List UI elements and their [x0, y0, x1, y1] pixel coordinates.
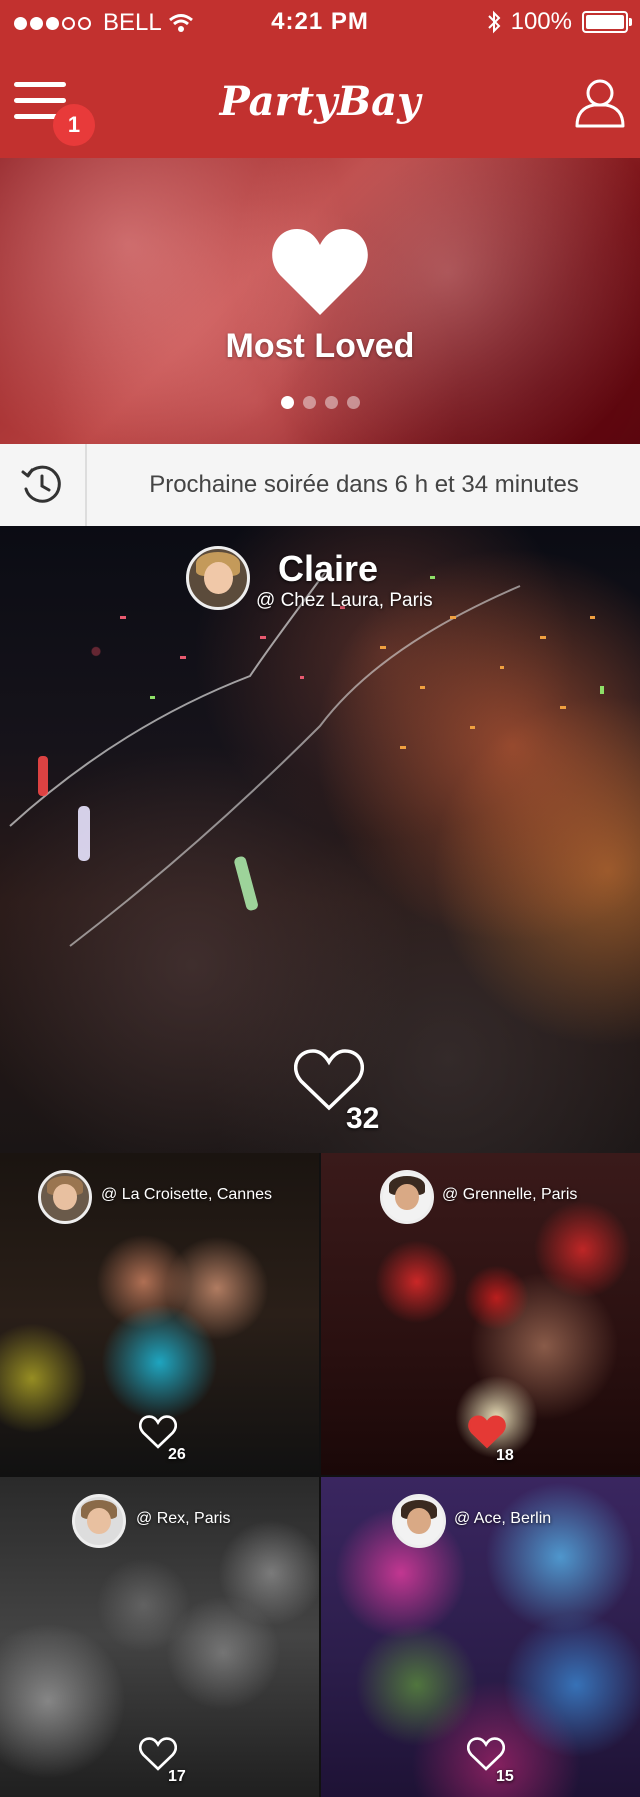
page-dot[interactable] — [280, 396, 294, 409]
post-card[interactable]: @ Ace, Berlin 15 — [321, 1477, 640, 1797]
user-avatar[interactable] — [72, 1494, 126, 1548]
like-count: 26 — [168, 1446, 186, 1463]
status-bar: BELL 4:21 PM 100% — [0, 0, 640, 44]
post-location[interactable]: @ Rex, Paris — [136, 1510, 230, 1528]
user-avatar[interactable] — [392, 1494, 446, 1548]
post-location[interactable]: @ Grennelle, Paris — [442, 1186, 577, 1204]
user-avatar[interactable] — [186, 546, 250, 610]
heart-icon — [272, 229, 368, 315]
hero-title: Most Loved — [225, 327, 415, 365]
like-count: 17 — [168, 1768, 186, 1785]
post-location[interactable]: @ Ace, Berlin — [454, 1510, 551, 1528]
battery-icon — [582, 11, 632, 33]
page-dot[interactable] — [346, 396, 360, 409]
heart-filled-icon[interactable] — [468, 1415, 506, 1449]
page-dot[interactable] — [302, 396, 316, 409]
like-count: 15 — [496, 1768, 514, 1785]
user-name[interactable]: Claire — [278, 548, 378, 590]
post-card[interactable]: @ La Croisette, Cannes 26 — [0, 1153, 319, 1475]
app-logo: PartyBay — [219, 78, 421, 125]
like-count: 18 — [496, 1447, 514, 1464]
next-party-bar[interactable]: Prochaine soirée dans 6 h et 34 minutes — [0, 444, 640, 526]
like-count: 32 — [346, 1102, 380, 1135]
divider — [85, 444, 87, 526]
bluetooth-icon — [487, 10, 501, 34]
featured-post[interactable]: Claire @ Chez Laura, Paris 32 — [0, 526, 640, 1153]
battery-group: 100% — [487, 8, 632, 36]
top-bar: BELL 4:21 PM 100% 1 PartyBay — [0, 0, 640, 158]
post-location[interactable]: @ La Croisette, Cannes — [101, 1186, 272, 1204]
heart-outline-icon[interactable] — [139, 1415, 177, 1449]
next-party-text: Prochaine soirée dans 6 h et 34 minutes — [149, 471, 579, 498]
post-card[interactable]: @ Rex, Paris 17 — [0, 1477, 319, 1797]
clock-history-icon — [21, 465, 61, 503]
page-indicator[interactable] — [0, 396, 640, 409]
heart-outline-icon[interactable] — [139, 1737, 177, 1771]
user-avatar[interactable] — [380, 1170, 434, 1224]
user-avatar[interactable] — [38, 1170, 92, 1224]
post-location[interactable]: @ Chez Laura, Paris — [256, 590, 433, 612]
heart-outline-icon[interactable] — [467, 1737, 505, 1771]
post-card[interactable]: @ Grennelle, Paris 18 — [321, 1153, 640, 1475]
page-dot[interactable] — [324, 396, 338, 409]
profile-button[interactable] — [574, 76, 626, 128]
battery-percent: 100% — [510, 8, 572, 35]
